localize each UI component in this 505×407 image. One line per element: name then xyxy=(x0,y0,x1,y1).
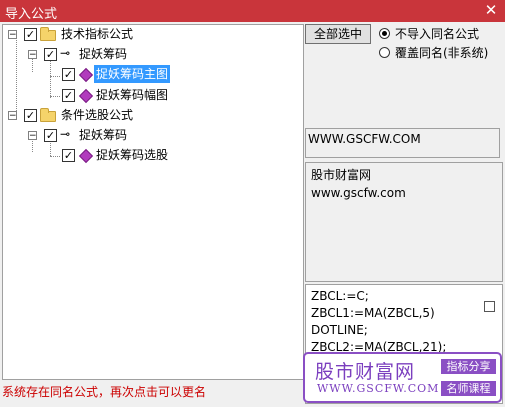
code-line: ZBCL:=C; xyxy=(311,289,369,303)
code-line: DOTLINE; xyxy=(311,323,368,337)
folder-icon xyxy=(40,27,56,41)
collapse-icon[interactable]: − xyxy=(8,111,17,121)
formula-icon xyxy=(78,67,94,83)
title-bar: 导入公式 ✕ xyxy=(0,0,505,22)
url-field: WWW.GSCFW.COM xyxy=(305,128,500,158)
close-icon[interactable]: ✕ xyxy=(483,1,499,19)
key-icon: ⊸ xyxy=(60,46,71,60)
window-title: 导入公式 xyxy=(5,7,58,22)
collapse-icon[interactable]: − xyxy=(8,30,17,40)
no-import-label[interactable]: 不导入同名公式 xyxy=(395,25,479,42)
info-line: www.gscfw.com xyxy=(311,186,406,200)
node-label[interactable]: 捉妖筹码 xyxy=(77,126,129,144)
node-label[interactable]: 捉妖筹码选股 xyxy=(94,146,170,164)
collapse-icon[interactable]: − xyxy=(28,50,37,60)
code-box-checkbox[interactable] xyxy=(484,301,495,312)
overwrite-label[interactable]: 覆盖同名(非系统) xyxy=(395,44,488,61)
watermark-logo: 股市财富网 WWW.GSCFW.COM 指标分享 名师课程 xyxy=(303,352,502,403)
node-checkbox[interactable]: ✓ xyxy=(24,109,37,122)
formula-icon xyxy=(78,148,94,164)
watermark-tag: 名师课程 xyxy=(441,381,496,396)
tree-node-group[interactable]: − ✓ ⊸ 捉妖筹码 xyxy=(3,126,293,144)
node-checkbox[interactable]: ✓ xyxy=(62,68,75,81)
formula-info-box: 股市财富网 www.gscfw.com xyxy=(305,162,503,282)
formula-icon xyxy=(78,88,94,104)
node-label[interactable]: 捉妖筹码主图 xyxy=(94,65,171,83)
tree-node-category[interactable]: − ✓ 条件选股公式 xyxy=(3,106,293,124)
tree-node-formula[interactable]: ✓ 捉妖筹码选股 xyxy=(3,146,293,164)
import-formula-dialog: 导入公式 ✕ − ✓ 技术指标公式 − ✓ ⊸ 捉妖筹码 ✓ 捉妖筹码主图 ✓ … xyxy=(0,0,505,407)
tree-node-category[interactable]: − ✓ 技术指标公式 xyxy=(3,25,293,43)
watermark-brand: 股市财富网 xyxy=(315,361,416,383)
node-checkbox[interactable]: ✓ xyxy=(24,28,37,41)
collapse-icon[interactable]: − xyxy=(28,131,37,141)
overwrite-radio[interactable] xyxy=(379,47,390,58)
key-icon: ⊸ xyxy=(60,127,71,141)
tree-node-formula[interactable]: ✓ 捉妖筹码主图 xyxy=(3,65,293,83)
node-label[interactable]: 捉妖筹码 xyxy=(77,45,129,63)
node-checkbox[interactable]: ✓ xyxy=(44,129,57,142)
node-checkbox[interactable]: ✓ xyxy=(62,149,75,162)
node-label[interactable]: 捉妖筹码幅图 xyxy=(94,86,170,104)
node-checkbox[interactable]: ✓ xyxy=(62,89,75,102)
node-checkbox[interactable]: ✓ xyxy=(44,48,57,61)
tree-node-formula[interactable]: ✓ 捉妖筹码幅图 xyxy=(3,86,293,104)
node-label[interactable]: 技术指标公式 xyxy=(59,25,135,43)
tree-node-group[interactable]: − ✓ ⊸ 捉妖筹码 xyxy=(3,45,293,63)
formula-tree[interactable]: − ✓ 技术指标公式 − ✓ ⊸ 捉妖筹码 ✓ 捉妖筹码主图 ✓ 捉妖筹码幅图 … xyxy=(2,24,304,380)
watermark-tag: 指标分享 xyxy=(441,359,496,374)
select-all-button[interactable]: 全部选中 xyxy=(305,24,371,44)
node-label[interactable]: 条件选股公式 xyxy=(59,106,135,124)
info-line: 股市财富网 xyxy=(311,168,372,182)
no-import-radio[interactable] xyxy=(379,28,390,39)
watermark-url: WWW.GSCFW.COM xyxy=(317,382,440,395)
folder-icon xyxy=(40,108,56,122)
code-line: ZBCL1:=MA(ZBCL,5) xyxy=(311,306,435,320)
status-message: 系统存在同名公式，再次点击可以更名 xyxy=(2,385,207,399)
